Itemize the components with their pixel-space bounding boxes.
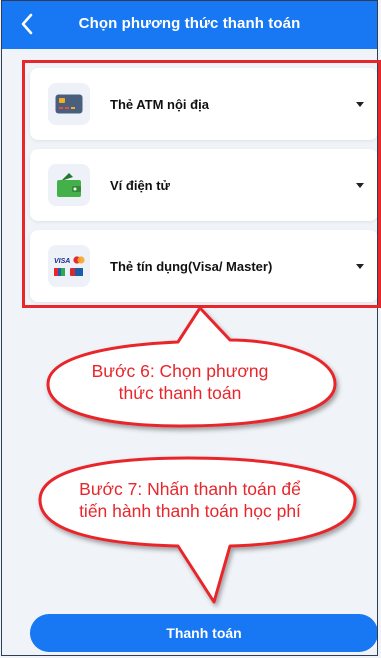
step6-callout-text: Bước 6: Chọn phương thức thanh toán — [60, 360, 300, 404]
step6-line2: thức thanh toán — [118, 383, 242, 403]
annotation-callouts — [38, 306, 357, 604]
step7-line2: tiến hành thanh toán học phí — [79, 501, 301, 521]
step6-line1: Bước 6: Chọn phương — [91, 361, 269, 381]
step7-line1: Bước 7: Nhấn thanh toán để — [79, 479, 301, 499]
step7-callout-text: Bước 7: Nhấn thanh toán để tiến hành tha… — [30, 478, 350, 522]
